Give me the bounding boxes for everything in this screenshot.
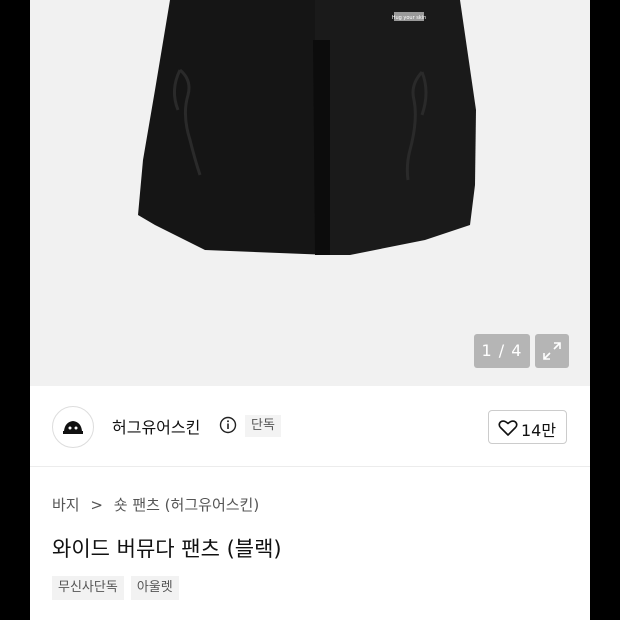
tag-outlet[interactable]: 아울렛 (130, 576, 179, 600)
breadcrumb: 바지 > 숏 팬츠 (허그유어스킨) (52, 494, 265, 515)
image-counter: 1 / 4 (474, 334, 530, 368)
brand-logo[interactable] (52, 406, 94, 448)
heart-icon (498, 420, 518, 436)
like-count: 14만 (521, 421, 557, 440)
product-page: Hug your skin 1 / 4 허그유어스킨 단독 14만 바지 > 숏… (30, 0, 590, 620)
garment-tag-text: Hug your skin (392, 15, 427, 21)
breadcrumb-separator: > (90, 496, 103, 514)
product-tags: 무신사단독 아울렛 (52, 576, 179, 600)
product-image[interactable]: Hug your skin 1 / 4 (30, 0, 590, 386)
like-button[interactable]: 14만 (488, 410, 567, 444)
tag-musinsa-exclusive[interactable]: 무신사단독 (52, 576, 124, 600)
breadcrumb-item-short-pants[interactable]: 숏 팬츠 (허그유어스킨) (114, 496, 259, 514)
pants-illustration: Hug your skin (138, 0, 476, 255)
brand-logo-icon (63, 421, 83, 434)
expand-button[interactable] (535, 334, 569, 368)
brand-bar: 허그유어스킨 단독 14만 (30, 386, 590, 467)
exclusive-badge: 단독 (245, 415, 281, 437)
info-icon[interactable] (219, 416, 237, 434)
brand-name[interactable]: 허그유어스킨 (112, 414, 200, 438)
breadcrumb-item-pants[interactable]: 바지 (52, 496, 80, 514)
expand-icon (543, 342, 561, 360)
product-title: 와이드 버뮤다 팬츠 (블랙) (52, 537, 282, 561)
